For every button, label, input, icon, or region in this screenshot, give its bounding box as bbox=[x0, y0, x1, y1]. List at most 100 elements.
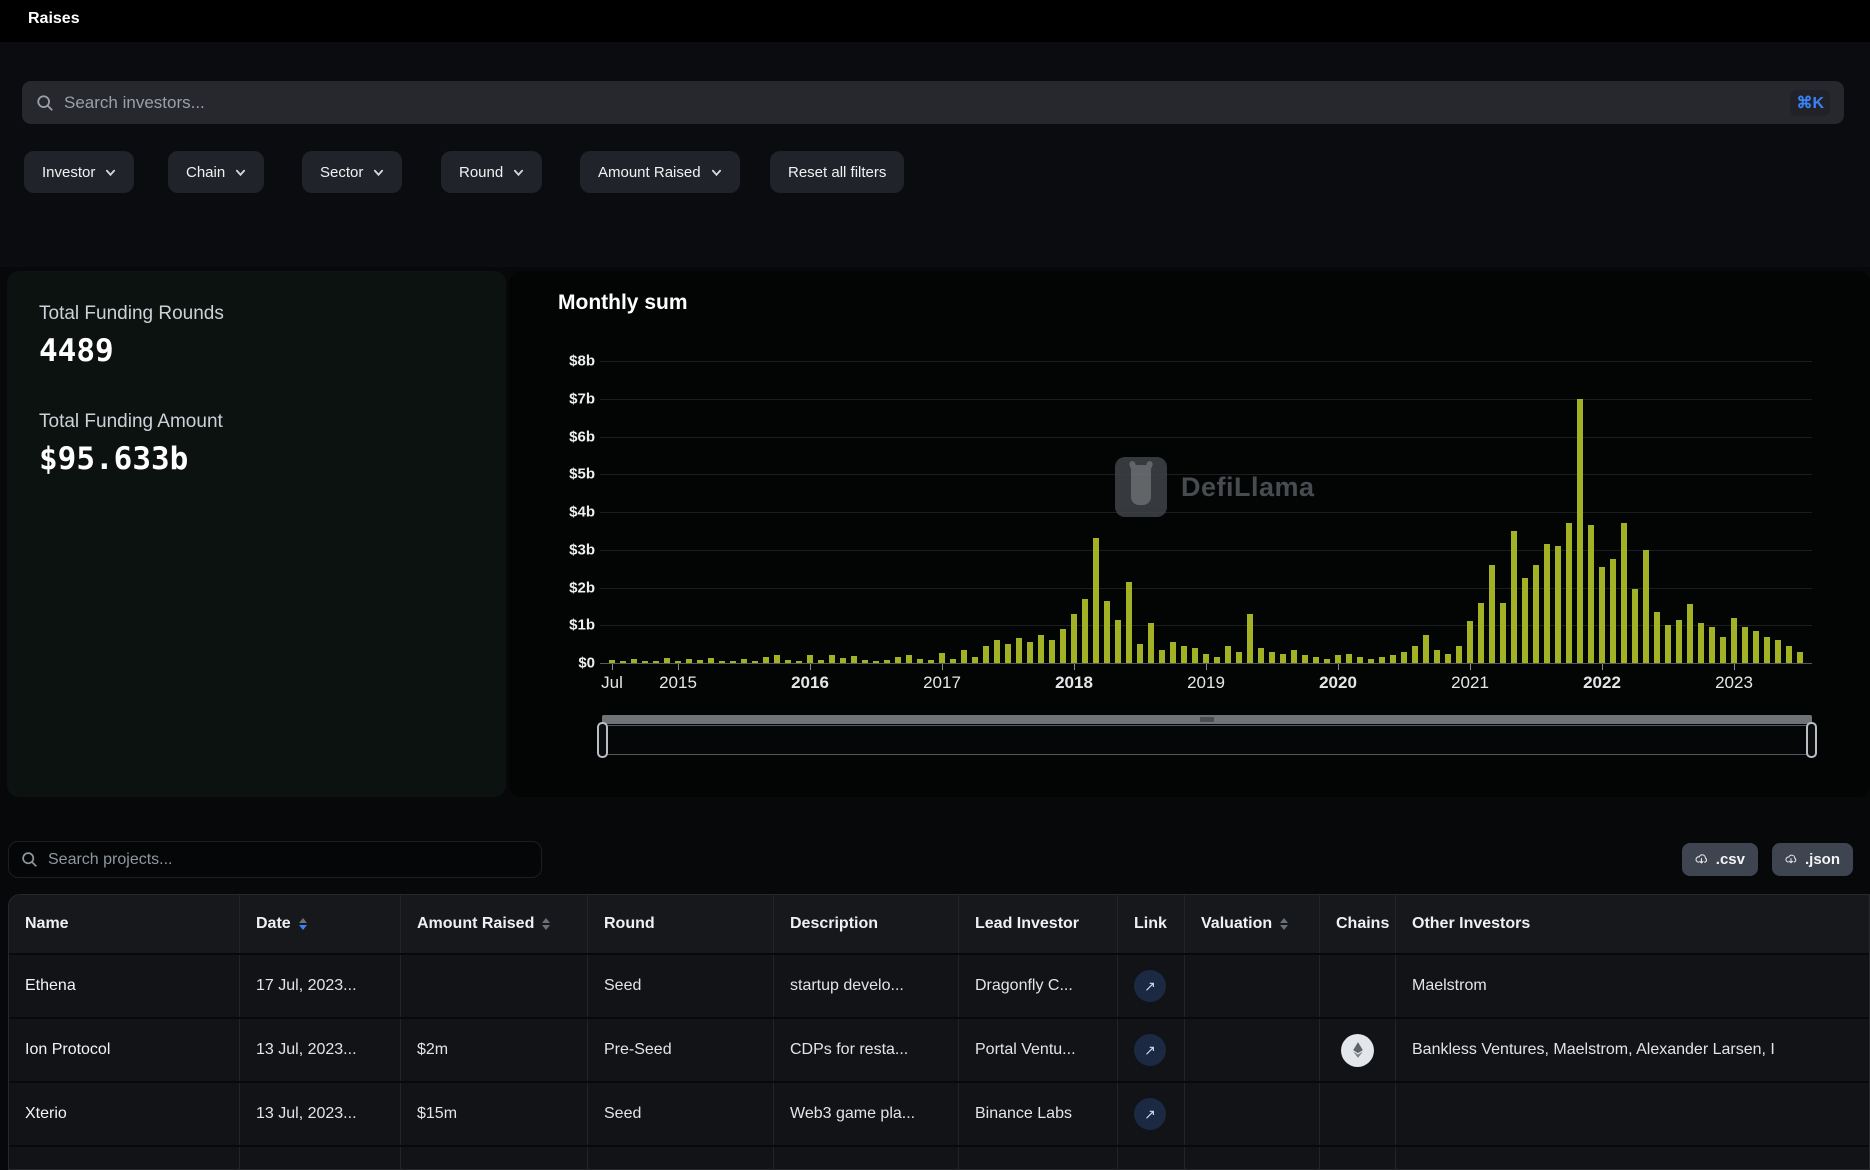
chart-bar[interactable] bbox=[697, 660, 703, 663]
chart-bar[interactable] bbox=[961, 650, 967, 663]
chart-bar[interactable] bbox=[1687, 604, 1693, 663]
chart-bar[interactable] bbox=[1621, 523, 1627, 663]
sort-icon[interactable] bbox=[299, 918, 307, 930]
chart-bar[interactable] bbox=[1742, 627, 1748, 663]
chart-bar[interactable] bbox=[1181, 646, 1187, 663]
chart-bar[interactable] bbox=[708, 658, 714, 663]
chart-bar[interactable] bbox=[895, 657, 901, 663]
projects-search-input[interactable]: Search projects... bbox=[8, 841, 542, 878]
chart-bar[interactable] bbox=[1412, 646, 1418, 663]
chart-bar[interactable] bbox=[1500, 603, 1506, 663]
chart-bar[interactable] bbox=[950, 659, 956, 663]
chart-bar[interactable] bbox=[1346, 654, 1352, 663]
chart-bar[interactable] bbox=[807, 655, 813, 663]
external-link-icon[interactable]: ↗ bbox=[1134, 1034, 1166, 1066]
column-header-amount-raised[interactable]: Amount Raised bbox=[401, 895, 588, 953]
chart-bar[interactable] bbox=[1643, 550, 1649, 663]
filter-round[interactable]: Round bbox=[441, 151, 542, 193]
chart-bar[interactable] bbox=[1786, 646, 1792, 663]
chart-bar[interactable] bbox=[1390, 655, 1396, 663]
slider-handle-right[interactable] bbox=[1806, 722, 1817, 758]
chart-bar[interactable] bbox=[1445, 654, 1451, 663]
chart-bar[interactable] bbox=[1599, 567, 1605, 663]
chart-bar[interactable] bbox=[741, 659, 747, 663]
chart-bar[interactable] bbox=[1082, 599, 1088, 663]
chart-bar[interactable] bbox=[1709, 627, 1715, 663]
range-slider-window[interactable] bbox=[602, 725, 1812, 755]
chart-bar[interactable] bbox=[829, 655, 835, 663]
download-json-button[interactable]: .json bbox=[1772, 843, 1853, 876]
download-csv-button[interactable]: .csv bbox=[1682, 843, 1758, 876]
external-link-icon[interactable]: ↗ bbox=[1134, 970, 1166, 1002]
chart-bar[interactable] bbox=[675, 661, 681, 663]
chart-bar[interactable] bbox=[1797, 652, 1803, 663]
chart-bar[interactable] bbox=[1720, 637, 1726, 663]
chart-bar[interactable] bbox=[1489, 565, 1495, 663]
chart-bar[interactable] bbox=[1577, 399, 1583, 663]
chart-bar[interactable] bbox=[1203, 654, 1209, 663]
chart-bar[interactable] bbox=[1225, 646, 1231, 663]
chart-bar[interactable] bbox=[994, 640, 1000, 663]
sort-icon[interactable] bbox=[542, 918, 550, 930]
chart-bar[interactable] bbox=[1511, 531, 1517, 663]
chart-bar[interactable] bbox=[1126, 582, 1132, 663]
chart-bar[interactable] bbox=[642, 661, 648, 663]
chart-bar[interactable] bbox=[1005, 644, 1011, 663]
chart-bar[interactable] bbox=[840, 658, 846, 663]
chart-bar[interactable] bbox=[1170, 642, 1176, 663]
chart-bar[interactable] bbox=[653, 661, 659, 663]
chart-bar[interactable] bbox=[862, 660, 868, 663]
chart-bar[interactable] bbox=[1115, 620, 1121, 663]
chart-bar[interactable] bbox=[752, 661, 758, 663]
chart-bar[interactable] bbox=[1236, 652, 1242, 663]
chart-bar[interactable] bbox=[1291, 650, 1297, 663]
chart-bar[interactable] bbox=[851, 656, 857, 663]
chart-bar[interactable] bbox=[1676, 620, 1682, 663]
chart-bar[interactable] bbox=[796, 661, 802, 663]
chart-bar[interactable] bbox=[1753, 631, 1759, 663]
filter-amount-raised[interactable]: Amount Raised bbox=[580, 151, 740, 193]
chart-bar[interactable] bbox=[1137, 644, 1143, 663]
chart-bar[interactable] bbox=[631, 659, 637, 663]
chart-bar[interactable] bbox=[1467, 621, 1473, 663]
chart-bar[interactable] bbox=[774, 655, 780, 663]
chart-bar[interactable] bbox=[1555, 546, 1561, 663]
chart-bar[interactable] bbox=[1027, 642, 1033, 663]
range-slider-track[interactable] bbox=[602, 715, 1812, 724]
chart-bar[interactable] bbox=[1731, 618, 1737, 663]
chart-bar[interactable] bbox=[1522, 578, 1528, 663]
chart-bar[interactable] bbox=[1478, 603, 1484, 663]
chart-bar[interactable] bbox=[1269, 652, 1275, 663]
chart-bar[interactable] bbox=[917, 659, 923, 663]
filter-investor[interactable]: Investor bbox=[24, 151, 134, 193]
chart-bar[interactable] bbox=[1423, 635, 1429, 663]
chart-bar[interactable] bbox=[1016, 638, 1022, 663]
search-input[interactable]: Search investors... ⌘K bbox=[22, 81, 1844, 124]
chart-bar[interactable] bbox=[873, 661, 879, 663]
slider-handle-left[interactable] bbox=[597, 722, 608, 758]
chart-bar[interactable] bbox=[1357, 657, 1363, 663]
chart-bar[interactable] bbox=[1071, 614, 1077, 663]
slider-grip-icon[interactable] bbox=[1200, 717, 1214, 722]
ethereum-icon[interactable] bbox=[1341, 1034, 1374, 1067]
chart-bar[interactable] bbox=[1610, 559, 1616, 663]
chart-bar[interactable] bbox=[928, 660, 934, 663]
chart-bar[interactable] bbox=[972, 657, 978, 663]
chart-bar[interactable] bbox=[1544, 544, 1550, 663]
chart-bar[interactable] bbox=[1093, 538, 1099, 663]
chart-bar[interactable] bbox=[939, 653, 945, 663]
chart-bar[interactable] bbox=[1368, 659, 1374, 663]
reset-filters-button[interactable]: Reset all filters bbox=[770, 151, 904, 193]
chart-bar[interactable] bbox=[1049, 640, 1055, 663]
external-link-icon[interactable]: ↗ bbox=[1134, 1098, 1166, 1130]
chart-bar[interactable] bbox=[1632, 589, 1638, 663]
chart-bar[interactable] bbox=[1214, 657, 1220, 663]
chart-bar[interactable] bbox=[1379, 657, 1385, 663]
chart-bar[interactable] bbox=[730, 661, 736, 663]
column-header-date[interactable]: Date bbox=[240, 895, 401, 953]
chart-bar[interactable] bbox=[1566, 523, 1572, 663]
chart-bar[interactable] bbox=[1665, 625, 1671, 663]
chart-bar[interactable] bbox=[1698, 623, 1704, 663]
chart-bar[interactable] bbox=[1533, 565, 1539, 663]
chart-bar[interactable] bbox=[785, 660, 791, 663]
